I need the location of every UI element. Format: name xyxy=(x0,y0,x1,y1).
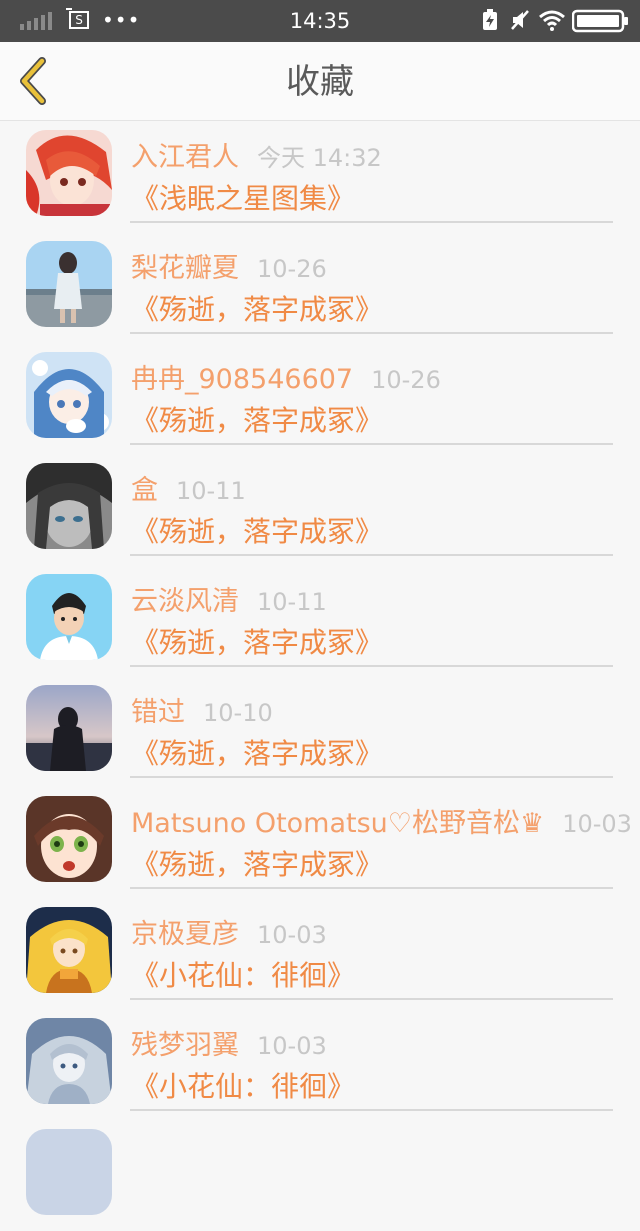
divider xyxy=(130,443,613,445)
collection-title: 《浅眠之星图集》 xyxy=(131,182,356,215)
list-item[interactable]: Matsuno Otomatsu♡松野音松♛ 10-03 《殇逝，落字成冢》 xyxy=(0,787,640,898)
list-item[interactable]: 梨花瓣夏 10-26 《殇逝，落字成冢》 xyxy=(0,232,640,343)
timestamp: 10-11 xyxy=(176,477,246,505)
username: 错过 xyxy=(131,697,185,728)
divider xyxy=(130,998,613,1000)
username: 京极夏彦 xyxy=(131,919,239,950)
battery-saver-icon xyxy=(483,9,497,30)
avatar[interactable] xyxy=(26,907,112,993)
list-item[interactable]: 残梦羽翼 10-03 《小花仙：徘徊》 xyxy=(0,1009,640,1120)
divider xyxy=(130,221,613,223)
avatar[interactable] xyxy=(26,130,112,216)
username: 云淡风清 xyxy=(131,586,239,617)
wifi-icon xyxy=(539,10,565,31)
avatar[interactable] xyxy=(26,685,112,771)
collection-title: 《小花仙：徘徊》 xyxy=(131,959,356,992)
status-bar: S ••• 14:35 xyxy=(0,0,640,42)
timestamp: 10-03 xyxy=(257,921,327,949)
list-item[interactable]: 错过 10-10 《殇逝，落字成冢》 xyxy=(0,676,640,787)
divider xyxy=(130,887,613,889)
divider xyxy=(130,332,613,334)
username: 冉冉_908546607 xyxy=(131,364,354,395)
divider xyxy=(130,665,613,667)
collection-title: 《殇逝，落字成冢》 xyxy=(131,848,384,881)
timestamp: 10-26 xyxy=(257,255,327,283)
list-item[interactable]: 入江君人 今天 14:32 《浅眠之星图集》 xyxy=(0,121,640,232)
divider xyxy=(130,776,613,778)
username: 残梦羽翼 xyxy=(131,1030,239,1061)
avatar[interactable] xyxy=(26,241,112,327)
avatar[interactable] xyxy=(26,463,112,549)
avatar[interactable] xyxy=(26,352,112,438)
timestamp: 10-10 xyxy=(203,699,273,727)
divider xyxy=(130,1109,613,1111)
username: 梨花瓣夏 xyxy=(131,253,239,284)
avatar[interactable] xyxy=(26,1018,112,1104)
timestamp: 10-03 xyxy=(562,810,632,838)
username: Matsuno Otomatsu♡松野音松♛ xyxy=(131,808,545,839)
timestamp: 10-26 xyxy=(371,366,441,394)
avatar[interactable] xyxy=(26,574,112,660)
avatar[interactable] xyxy=(26,796,112,882)
list-item[interactable]: 京极夏彦 10-03 《小花仙：徘徊》 xyxy=(0,898,640,1009)
avatar[interactable] xyxy=(26,1129,112,1215)
page-title: 收藏 xyxy=(286,62,354,102)
favorites-list: 入江君人 今天 14:32 《浅眠之星图集》 梨花瓣夏 10-26 《殇逝，落字成冢… xyxy=(0,121,640,1231)
collection-title: 《殇逝，落字成冢》 xyxy=(131,404,384,437)
collection-title: 《殇逝，落字成冢》 xyxy=(131,626,384,659)
timestamp: 10-03 xyxy=(257,1032,327,1060)
battery-icon xyxy=(572,9,628,33)
timestamp: 10-11 xyxy=(257,588,327,616)
list-item[interactable]: 冉冉_908546607 10-26 《殇逝，落字成冢》 xyxy=(0,343,640,454)
list-item[interactable]: 云淡风清 10-11 《殇逝，落字成冢》 xyxy=(0,565,640,676)
nav-bar: 收藏 xyxy=(0,42,640,121)
collection-title: 《小花仙：徘徊》 xyxy=(131,1070,356,1103)
divider xyxy=(130,554,613,556)
list-item[interactable]: 盒 10-11 《殇逝，落字成冢》 xyxy=(0,454,640,565)
collection-title: 《殇逝，落字成冢》 xyxy=(131,293,384,326)
username: 入江君人 xyxy=(131,142,239,173)
collection-title: 《殇逝，落字成冢》 xyxy=(131,737,384,770)
collection-title: 《殇逝，落字成冢》 xyxy=(131,515,384,548)
username: 盒 xyxy=(131,475,158,506)
list-item-partial[interactable] xyxy=(0,1120,640,1231)
mute-icon xyxy=(511,10,529,30)
timestamp: 今天 14:32 xyxy=(257,144,382,172)
